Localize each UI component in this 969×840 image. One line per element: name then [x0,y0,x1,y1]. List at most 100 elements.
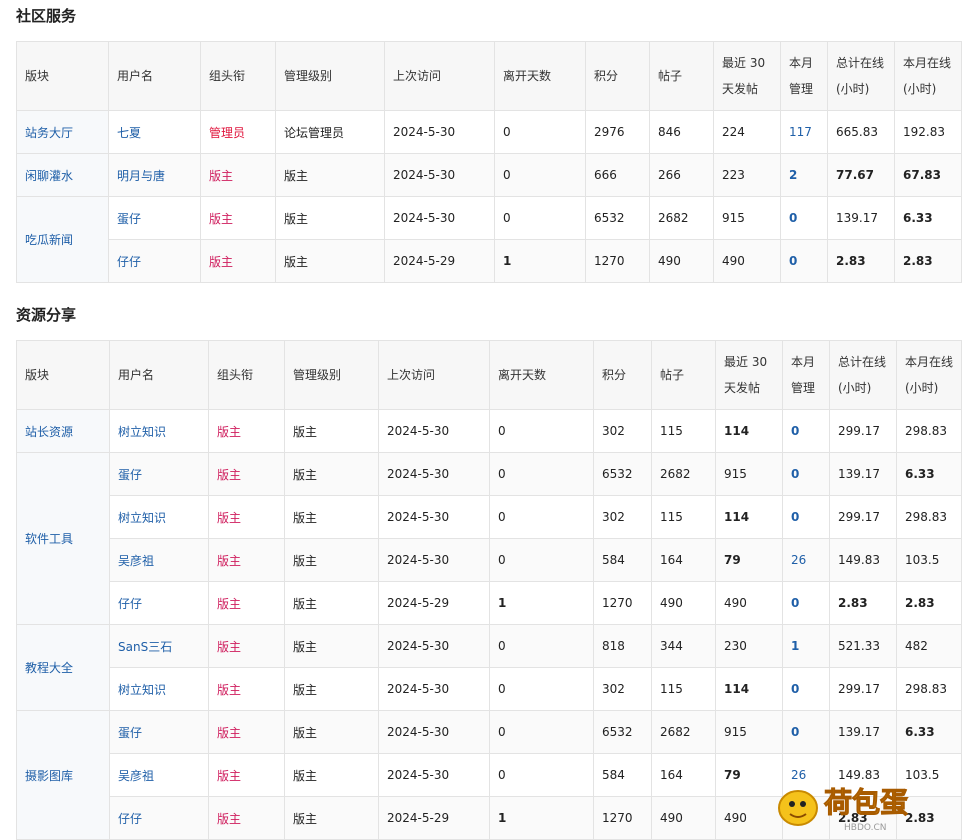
group-title: 版主 [208,667,285,711]
username-link[interactable]: 仔仔 [109,581,209,625]
days-away: 0 [489,409,594,453]
group-title: 版主 [208,409,285,453]
recent-posts: 114 [715,409,783,453]
username-link[interactable]: 明月与唐 [108,153,201,197]
col-recent-posts: 最近 30 天发帖 [715,340,783,410]
forum-link[interactable]: 闲聊灌水 [16,153,109,197]
col-posts: 帖子 [651,340,716,410]
days-away: 0 [489,538,594,582]
admin-table-community: 版块 用户名 组头衔 管理级别 上次访问 离开天数 积分 帖子 最近 30 天发… [16,41,962,283]
admin-level: 版主 [284,452,379,496]
header-row: 版块 用户名 组头衔 管理级别 上次访问 离开天数 积分 帖子 最近 30 天发… [16,340,962,410]
last-visit: 2024-5-30 [378,710,490,754]
col-month-admin: 本月管理 [782,340,830,410]
table-row: 站长资源 树立知识 版主 版主 2024-5-30 0 302 115 114 0 299.17 29… [16,409,962,453]
table-row: 树立知识 版主 版主 2024-5-30 0 302 115 114 0 299.17 298.83 [16,495,962,539]
total-online: 149.83 [829,753,897,797]
last-visit: 2024-5-30 [384,153,495,197]
points: 1270 [593,796,652,840]
admin-level: 版主 [275,239,385,283]
days-away: 0 [494,196,586,240]
month-online: 2.83 [896,796,962,840]
forum-link[interactable]: 软件工具 [16,452,110,625]
username-link[interactable]: 吴彦祖 [109,753,209,797]
days-away: 0 [489,624,594,668]
admin-table-resources: 版块 用户名 组头衔 管理级别 上次访问 离开天数 积分 帖子 最近 30 天发… [16,340,962,840]
table-row: 仔仔 版主 版主 2024-5-29 1 1270 490 490 0 2.83 2.83 [16,581,962,625]
admin-level: 版主 [275,196,385,240]
recent-posts: 915 [715,452,783,496]
username-link[interactable]: 仔仔 [108,239,201,283]
points: 584 [593,753,652,797]
last-visit: 2024-5-30 [384,196,495,240]
col-admin-level: 管理级别 [275,41,385,111]
total-online: 2.83 [829,581,897,625]
header-row: 版块 用户名 组头衔 管理级别 上次访问 离开天数 积分 帖子 最近 30 天发… [16,41,962,111]
month-admin: 117 [780,110,828,154]
forum-link[interactable]: 站长资源 [16,409,110,453]
points: 6532 [585,196,650,240]
table-row: 仔仔 版主 版主 2024-5-29 1 1270 490 490 0 2.83 2.83 [16,796,962,840]
posts: 164 [651,538,716,582]
month-admin: 0 [782,796,830,840]
days-away: 0 [489,495,594,539]
points: 1270 [593,581,652,625]
recent-posts: 490 [713,239,781,283]
username-link[interactable]: 树立知识 [109,409,209,453]
forum-link[interactable]: 吃瓜新闻 [16,196,109,283]
total-online: 299.17 [829,409,897,453]
group-title: 版主 [200,153,276,197]
username-link[interactable]: 吴彦祖 [109,538,209,582]
username-link[interactable]: 蛋仔 [109,452,209,496]
posts: 2682 [651,452,716,496]
group-title: 版主 [208,452,285,496]
last-visit: 2024-5-30 [384,110,495,154]
username-link[interactable]: 树立知识 [109,667,209,711]
col-days-away: 离开天数 [489,340,594,410]
table-row: 闲聊灌水 明月与唐 版主 版主 2024-5-30 0 666 266 223 2 77.67 67.… [16,153,962,197]
last-visit: 2024-5-30 [378,409,490,453]
posts: 490 [651,581,716,625]
section-title: 社区服务 [16,7,77,25]
total-online: 665.83 [827,110,895,154]
admin-level: 论坛管理员 [275,110,385,154]
total-online: 139.17 [829,710,897,754]
points: 6532 [593,710,652,754]
month-admin: 0 [782,581,830,625]
recent-posts: 915 [715,710,783,754]
col-points: 积分 [585,41,650,111]
posts: 266 [649,153,714,197]
username-link[interactable]: 树立知识 [109,495,209,539]
posts: 490 [651,796,716,840]
col-month-online: 本月在线(小时) [894,41,962,111]
last-visit: 2024-5-29 [378,581,490,625]
username-link[interactable]: SanS三石 [109,624,209,668]
last-visit: 2024-5-29 [384,239,495,283]
month-admin: 2 [780,153,828,197]
forum-link[interactable]: 站务大厅 [16,110,109,154]
last-visit: 2024-5-30 [378,452,490,496]
username-link[interactable]: 蛋仔 [109,710,209,754]
col-username: 用户名 [109,340,209,410]
forum-link[interactable]: 教程大全 [16,624,110,711]
posts: 115 [651,495,716,539]
days-away: 1 [489,796,594,840]
month-online: 103.5 [896,538,962,582]
username-link[interactable]: 仔仔 [109,796,209,840]
month-admin: 0 [782,667,830,711]
username-link[interactable]: 七夏 [108,110,201,154]
posts: 344 [651,624,716,668]
posts: 115 [651,409,716,453]
total-online: 299.17 [829,495,897,539]
col-total-online: 总计在线(小时) [829,340,897,410]
username-link[interactable]: 蛋仔 [108,196,201,240]
month-online: 67.83 [894,153,962,197]
points: 302 [593,495,652,539]
month-admin: 0 [782,495,830,539]
total-online: 521.33 [829,624,897,668]
col-days-away: 离开天数 [494,41,586,111]
col-forum: 版块 [16,340,110,410]
table-row: 吴彦祖 版主 版主 2024-5-30 0 584 164 79 26 149.83 103.5 [16,538,962,582]
total-online: 2.83 [827,239,895,283]
forum-link[interactable]: 摄影图库 [16,710,110,840]
